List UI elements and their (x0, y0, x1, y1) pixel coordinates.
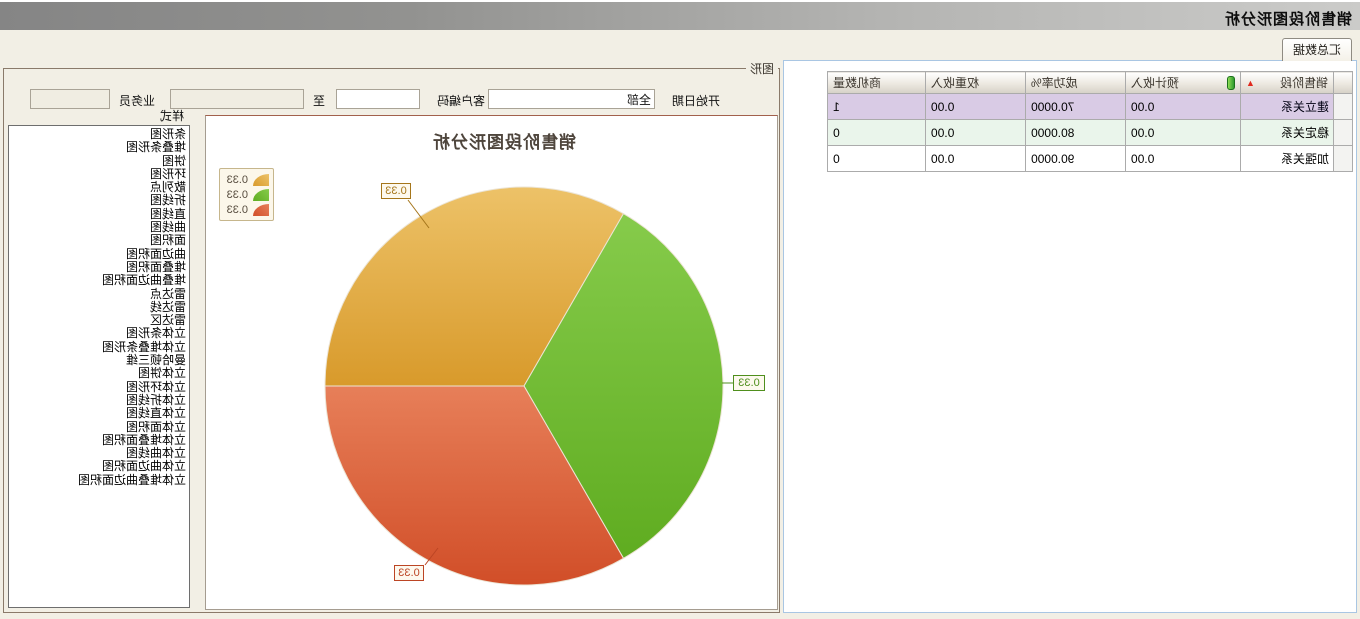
graph-groupbox-caption: 图形 (746, 60, 778, 77)
chart-area: 销售阶段图形分析 0.33 0.33 0.33 0.33 0.33 0.33 (205, 115, 778, 610)
salesman-label: 业务员 (119, 92, 155, 109)
grid-cell[interactable]: 0.00 (926, 120, 1026, 146)
grid-cell[interactable]: 80.0000 (1026, 120, 1126, 146)
style-list-item[interactable]: 堆叠面积图 (9, 261, 189, 274)
grid-cell[interactable]: 0.00 (1126, 94, 1241, 120)
grid-header-opportunity-count[interactable]: 商机数量 (828, 72, 926, 94)
style-list-item[interactable]: 直线图 (9, 208, 189, 221)
grid-cell[interactable]: 0.00 (1126, 120, 1241, 146)
grid-cell[interactable]: 90.0000 (1026, 146, 1126, 172)
style-list-item[interactable]: 立体条形图 (9, 327, 189, 340)
grid-body: 建立关系0.0070.00000.001稳定关系0.0080.00000.000… (828, 94, 1353, 172)
grid-cell[interactable]: 加强关系 (1241, 146, 1334, 172)
style-list-item[interactable]: 立体堆叠曲边面积图 (9, 474, 189, 487)
legend-swatch-icon (253, 174, 269, 186)
legend-entry[interactable]: 0.33 (224, 202, 269, 217)
grid-row[interactable]: 建立关系0.0070.00000.001 (828, 94, 1353, 120)
grid-cell[interactable]: 0.00 (926, 94, 1026, 120)
row-indicator-cell[interactable] (1334, 146, 1353, 172)
style-list-item[interactable]: 立体曲边面积图 (9, 460, 189, 473)
start-date-input[interactable] (488, 89, 655, 109)
style-list-item[interactable]: 折线图 (9, 194, 189, 207)
summary-table-panel: 销售阶段▲ 预计收入 成功率% 权重收入 商机数量 建立关系0.0070.000… (783, 60, 1357, 613)
legend-swatch-icon (253, 189, 269, 201)
grid-header-expected-income[interactable]: 预计收入 (1126, 72, 1241, 94)
start-date-label: 开始日期 (672, 92, 720, 109)
style-list-item[interactable]: 堆叠条形图 (9, 141, 189, 154)
grid-cell[interactable]: 稳定关系 (1241, 120, 1334, 146)
grid-cell[interactable]: 0.00 (926, 146, 1026, 172)
pie-value-label-2: 0.33 (733, 375, 765, 391)
filter-indicator-icon (1227, 76, 1235, 90)
style-list-item[interactable]: 饼图 (9, 155, 189, 168)
style-list-item[interactable]: 堆叠曲边面积图 (9, 274, 189, 287)
legend-label: 0.33 (227, 204, 248, 216)
grid-row[interactable]: 加强关系0.0090.00000.000 (828, 146, 1353, 172)
style-list-item[interactable]: 曲边面积图 (9, 248, 189, 261)
grid-header-row: 销售阶段▲ 预计收入 成功率% 权重收入 商机数量 (828, 72, 1353, 94)
style-list-item[interactable]: 雷达点 (9, 288, 189, 301)
style-list-item[interactable]: 曲线图 (9, 221, 189, 234)
customer-code-input[interactable] (336, 89, 420, 109)
row-indicator-cell[interactable] (1334, 94, 1353, 120)
app-window: 销售阶段图形分析 汇总数据 销售阶段▲ 预计收入 成功率% (0, 0, 1360, 619)
style-list-item[interactable]: 立体堆叠条形图 (9, 341, 189, 354)
grid-cell[interactable]: 0.00 (1126, 146, 1241, 172)
style-list-item[interactable]: 立体饼图 (9, 367, 189, 380)
pie-value-label-1: 0.33 (381, 183, 411, 199)
legend-entry[interactable]: 0.33 (224, 187, 269, 202)
grid-header-success-rate[interactable]: 成功率% (1026, 72, 1126, 94)
legend-label: 0.33 (227, 189, 248, 201)
style-list-item[interactable]: 条形图 (9, 128, 189, 141)
legend-swatch-icon (253, 204, 269, 216)
grid-cell[interactable]: 70.0000 (1026, 94, 1126, 120)
title-bar: 销售阶段图形分析 (0, 2, 1360, 30)
grid-header-weighted-income[interactable]: 权重收入 (926, 72, 1026, 94)
grid-cell[interactable]: 1 (828, 94, 926, 120)
window-title: 销售阶段图形分析 (1224, 8, 1352, 29)
grid-header-stage[interactable]: 销售阶段▲ (1241, 72, 1334, 94)
grid-cell[interactable]: 0 (828, 120, 926, 146)
legend-entry[interactable]: 0.33 (224, 172, 269, 187)
style-list-item[interactable]: 立体环形图 (9, 381, 189, 394)
grid-cell[interactable]: 0 (828, 146, 926, 172)
sort-ascending-icon[interactable]: ▲ (1246, 78, 1255, 88)
style-listbox[interactable]: 条形图堆叠条形图饼图环形图散列点折线图直线图曲线图面积图曲边面积图堆叠面积图堆叠… (8, 125, 190, 608)
legend-label: 0.33 (227, 174, 248, 186)
customer-code-to-input[interactable] (170, 89, 304, 109)
pie-chart (204, 116, 777, 611)
sales-stage-grid: 销售阶段▲ 预计收入 成功率% 权重收入 商机数量 建立关系0.0070.000… (827, 71, 1353, 172)
chart-title: 销售阶段图形分析 (231, 128, 777, 153)
style-list-item[interactable]: 雷达线 (9, 301, 189, 314)
style-list-item[interactable]: 面积图 (9, 234, 189, 247)
style-list-item[interactable]: 立体直线图 (9, 407, 189, 420)
customer-code-label: 客户编码 (437, 92, 485, 109)
pie-value-label-3: 0.33 (394, 565, 424, 581)
to-label: 至 (313, 92, 325, 109)
row-indicator-cell[interactable] (1334, 120, 1353, 146)
style-list-item[interactable]: 立体面积图 (9, 421, 189, 434)
grid-row[interactable]: 稳定关系0.0080.00000.000 (828, 120, 1353, 146)
style-label: 样式 (160, 107, 184, 124)
tab-summary-data[interactable]: 汇总数据 (1282, 38, 1352, 61)
salesman-input[interactable] (30, 89, 110, 109)
chart-legend[interactable]: 0.33 0.33 0.33 (219, 168, 274, 221)
grid-cell[interactable]: 建立关系 (1241, 94, 1334, 120)
grid-header-indicator (1334, 72, 1353, 94)
